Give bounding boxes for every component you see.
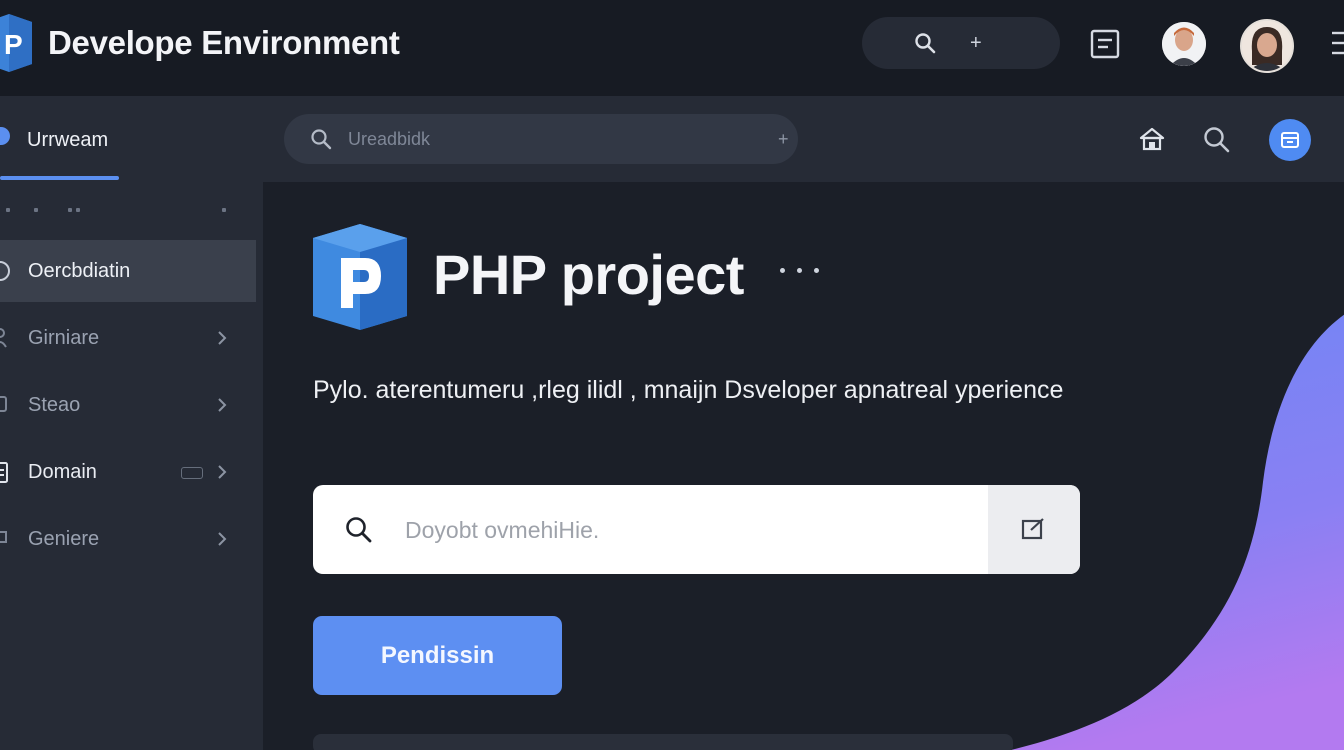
sidebar-item-girniare[interactable]: Girniare [0,307,256,369]
sub-toolbar: Ureadbidk + [263,96,1344,182]
search-placeholder: Ureadbidk [348,129,431,149]
svg-text:P: P [4,29,23,60]
primary-button[interactable]: Pendissin [313,616,562,695]
edit-button[interactable] [988,485,1080,574]
sidebar-item-label: Geniere [28,528,100,550]
page-title: PHP project [433,243,744,306]
calendar-icon [1281,132,1299,148]
sidebar-item-label: Steao [28,394,81,416]
php-logo [313,224,407,330]
user-icon [0,328,7,348]
sidebar: Urrweam Oercbdiatin Girniare Steao Domai… [0,96,263,750]
avatar[interactable] [1240,19,1294,73]
chat-icon [0,531,7,543]
sidebar-item-label: Domain [28,461,97,483]
search-icon[interactable] [1203,126,1231,154]
main-content: PHP project Pylo. aterentumeru ,rleg ili… [263,182,1344,750]
document-icon[interactable] [1090,29,1120,59]
edit-icon [1021,518,1044,540]
app-title: Develope Environment [48,24,400,61]
search-input[interactable]: Ureadbidk + [284,114,798,164]
more-options-icon[interactable] [780,268,822,274]
search-placeholder: Doyobt ovmehiHie. [405,517,600,543]
search-icon[interactable] [914,32,936,54]
avatar[interactable] [1162,22,1206,66]
sidebar-item-label: Girniare [28,327,100,349]
sidebar-divider-dots [6,208,231,216]
box-icon [0,396,7,412]
document-icon [0,462,8,483]
plus-icon[interactable]: + [778,128,789,150]
calendar-button[interactable] [1269,119,1311,161]
search-icon [311,129,332,150]
shortcut-badge [181,467,203,479]
plus-icon[interactable]: + [970,32,982,54]
chevron-right-icon [218,465,227,479]
project-description: Pylo. aterentumeru ,rleg ilidl , mnaijn … [313,376,1064,404]
project-search-input[interactable]: Doyobt ovmehiHie. [313,485,1080,574]
search-icon [346,517,372,543]
chevron-right-icon [218,398,227,412]
sidebar-item-geniere[interactable]: Geniere [0,508,256,570]
sidebar-item-domain[interactable]: Domain [0,441,256,503]
app-logo[interactable]: P [0,14,32,72]
circle-icon [0,261,10,281]
sidebar-item-steao[interactable]: Steao [0,374,256,436]
chevron-right-icon [218,331,227,345]
sidebar-header[interactable]: Urrweam [27,129,108,152]
menu-icon[interactable] [1330,30,1344,56]
bottom-panel-edge [313,734,1013,750]
sidebar-item-label: Oercbdiatin [28,260,131,282]
sidebar-item-oercbdiatin[interactable]: Oercbdiatin [0,240,256,302]
home-icon[interactable] [1139,127,1165,151]
top-search-pill[interactable]: + [862,17,1060,69]
top-bar: P Develope Environment + [0,0,1344,96]
sidebar-header-underline [0,176,119,180]
chevron-right-icon [218,532,227,546]
workspace-dot-icon [0,127,10,145]
